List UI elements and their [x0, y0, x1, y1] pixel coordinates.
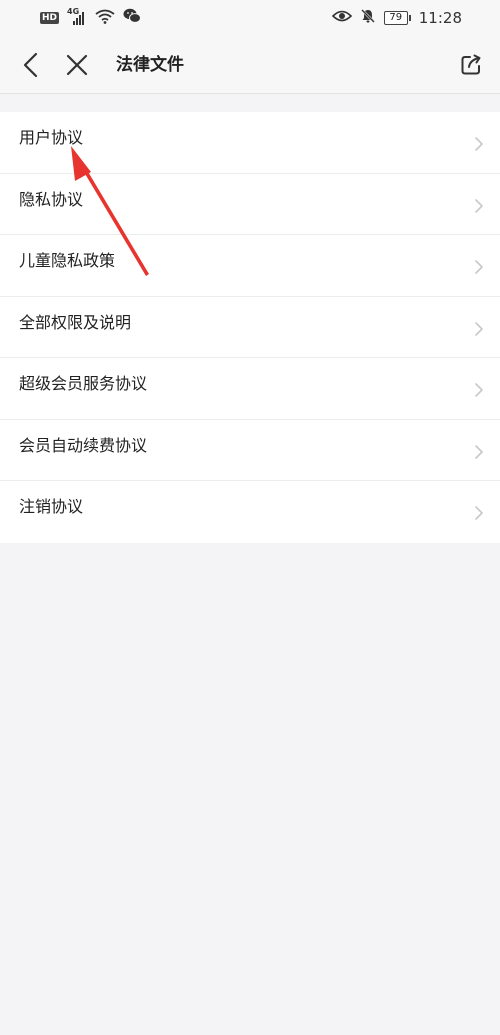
battery-icon: 79 [383, 11, 411, 25]
chevron-left-icon [23, 52, 38, 78]
chevron-right-icon [475, 444, 483, 459]
list-item-user-agreement[interactable]: 用户协议 [0, 112, 500, 174]
share-button[interactable] [456, 50, 486, 80]
list-item-label: 全部权限及说明 [19, 312, 132, 332]
chevron-right-icon [475, 260, 483, 274]
wifi-icon [95, 8, 115, 28]
list-item-account-cancellation-agreement[interactable]: 注销协议 [0, 481, 500, 543]
legal-documents-list: 用户协议 隐私协议 儿童隐私政策 全部权限及说明 超级会员服务协议 会员自动续费… [0, 112, 500, 543]
mute-bell-icon [360, 8, 376, 28]
chevron-right-icon [475, 198, 483, 213]
status-time: 11:28 [418, 9, 462, 27]
list-item-permissions[interactable]: 全部权限及说明 [0, 297, 500, 358]
chevron-right-icon [475, 137, 483, 151]
list-item-privacy-agreement[interactable]: 隐私协议 [0, 174, 500, 235]
close-button[interactable] [62, 50, 92, 80]
list-item-label: 注销协议 [19, 497, 84, 516]
network-type: 4G [67, 7, 80, 16]
list-item-label: 儿童隐私政策 [19, 251, 116, 270]
status-bar: HD 4G 79 11:28 [0, 0, 500, 36]
list-item-label: 会员自动续费协议 [19, 435, 148, 455]
list-item-label: 用户协议 [19, 128, 84, 147]
chevron-right-icon [475, 506, 483, 520]
status-left: HD 4G [40, 7, 142, 28]
share-icon [461, 54, 481, 75]
chevron-right-icon [475, 383, 483, 397]
list-item-children-privacy-policy[interactable]: 儿童隐私政策 [0, 235, 500, 297]
list-item-auto-renewal-agreement[interactable]: 会员自动续费协议 [0, 420, 500, 481]
page-title: 法律文件 [116, 55, 184, 75]
battery-tip [408, 15, 411, 21]
wechat-icon [123, 8, 142, 28]
list-item-label: 隐私协议 [19, 189, 84, 209]
list-item-super-vip-agreement[interactable]: 超级会员服务协议 [0, 358, 500, 420]
battery-level: 79 [383, 11, 408, 25]
eye-icon [331, 9, 352, 27]
back-button[interactable] [16, 50, 46, 80]
close-icon [66, 54, 88, 76]
chevron-right-icon [475, 321, 483, 336]
list-item-label: 超级会员服务协议 [19, 374, 148, 393]
hd-badge: HD [40, 12, 60, 24]
cell-signal-icon: 4G [67, 7, 87, 26]
status-right: 79 11:28 [331, 8, 462, 28]
nav-bar: 法律文件 [0, 36, 500, 94]
